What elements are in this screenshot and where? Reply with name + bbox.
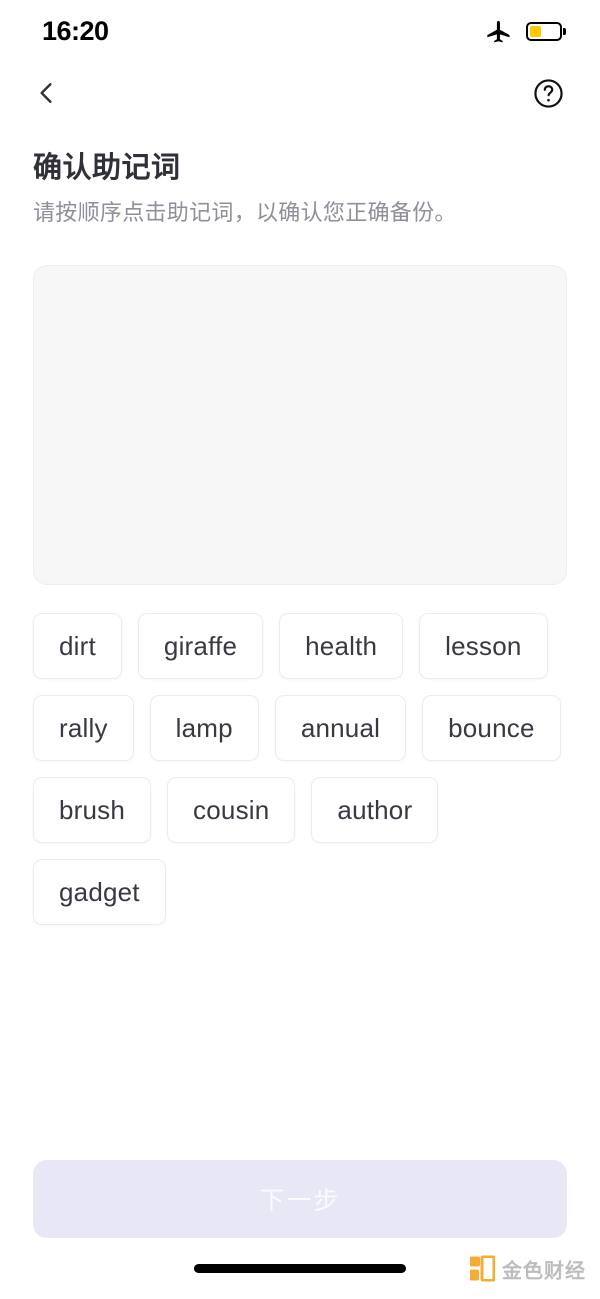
word-chip[interactable]: rally — [33, 695, 134, 762]
next-button[interactable]: 下一步 — [33, 1160, 567, 1238]
word-chip[interactable]: gadget — [33, 859, 166, 926]
word-chip[interactable]: cousin — [167, 777, 296, 844]
jinse-logo-icon — [469, 1255, 496, 1282]
home-indicator[interactable] — [194, 1264, 406, 1273]
chevron-left-icon — [40, 83, 52, 103]
phone-screen: 16:20 确认助记词 请按顺序点击助记词，以确认您正确备份。 dirt gir… — [0, 0, 600, 1299]
word-chip[interactable]: author — [311, 777, 439, 844]
word-chip[interactable]: health — [279, 613, 404, 680]
selected-words-dropzone[interactable] — [33, 265, 567, 586]
back-button[interactable] — [24, 71, 68, 115]
word-chip[interactable]: bounce — [422, 695, 561, 762]
question-mark-circle-icon — [533, 78, 563, 108]
help-button[interactable] — [526, 71, 570, 115]
bottom-strip: 金色财经 — [0, 1238, 600, 1299]
watermark-text: 金色财经 — [502, 1260, 586, 1282]
status-bar-indicators — [485, 17, 566, 45]
page-subtitle: 请按顺序点击助记词，以确认您正确备份。 — [33, 200, 457, 226]
page-title: 确认助记词 — [33, 152, 181, 184]
word-chip[interactable]: lamp — [149, 695, 259, 762]
navigation-bar — [0, 62, 600, 124]
footer: 下一步 金色财经 — [0, 1160, 600, 1299]
battery-low-power-icon — [526, 21, 566, 41]
word-pool: dirt giraffe health lesson rally lamp annual bo… — [33, 613, 567, 926]
word-chip[interactable]: brush — [33, 777, 152, 844]
word-chip[interactable]: lesson — [419, 613, 548, 680]
status-bar: 16:20 — [0, 0, 600, 62]
airplane-mode-icon — [485, 17, 513, 45]
word-chip[interactable]: giraffe — [137, 613, 264, 680]
word-chip[interactable]: dirt — [33, 613, 122, 680]
watermark: 金色财经 — [469, 1254, 586, 1283]
word-chip[interactable]: annual — [274, 695, 407, 762]
status-bar-time: 16:20 — [42, 15, 109, 46]
heading-block: 确认助记词 请按顺序点击助记词，以确认您正确备份。 — [0, 124, 600, 229]
